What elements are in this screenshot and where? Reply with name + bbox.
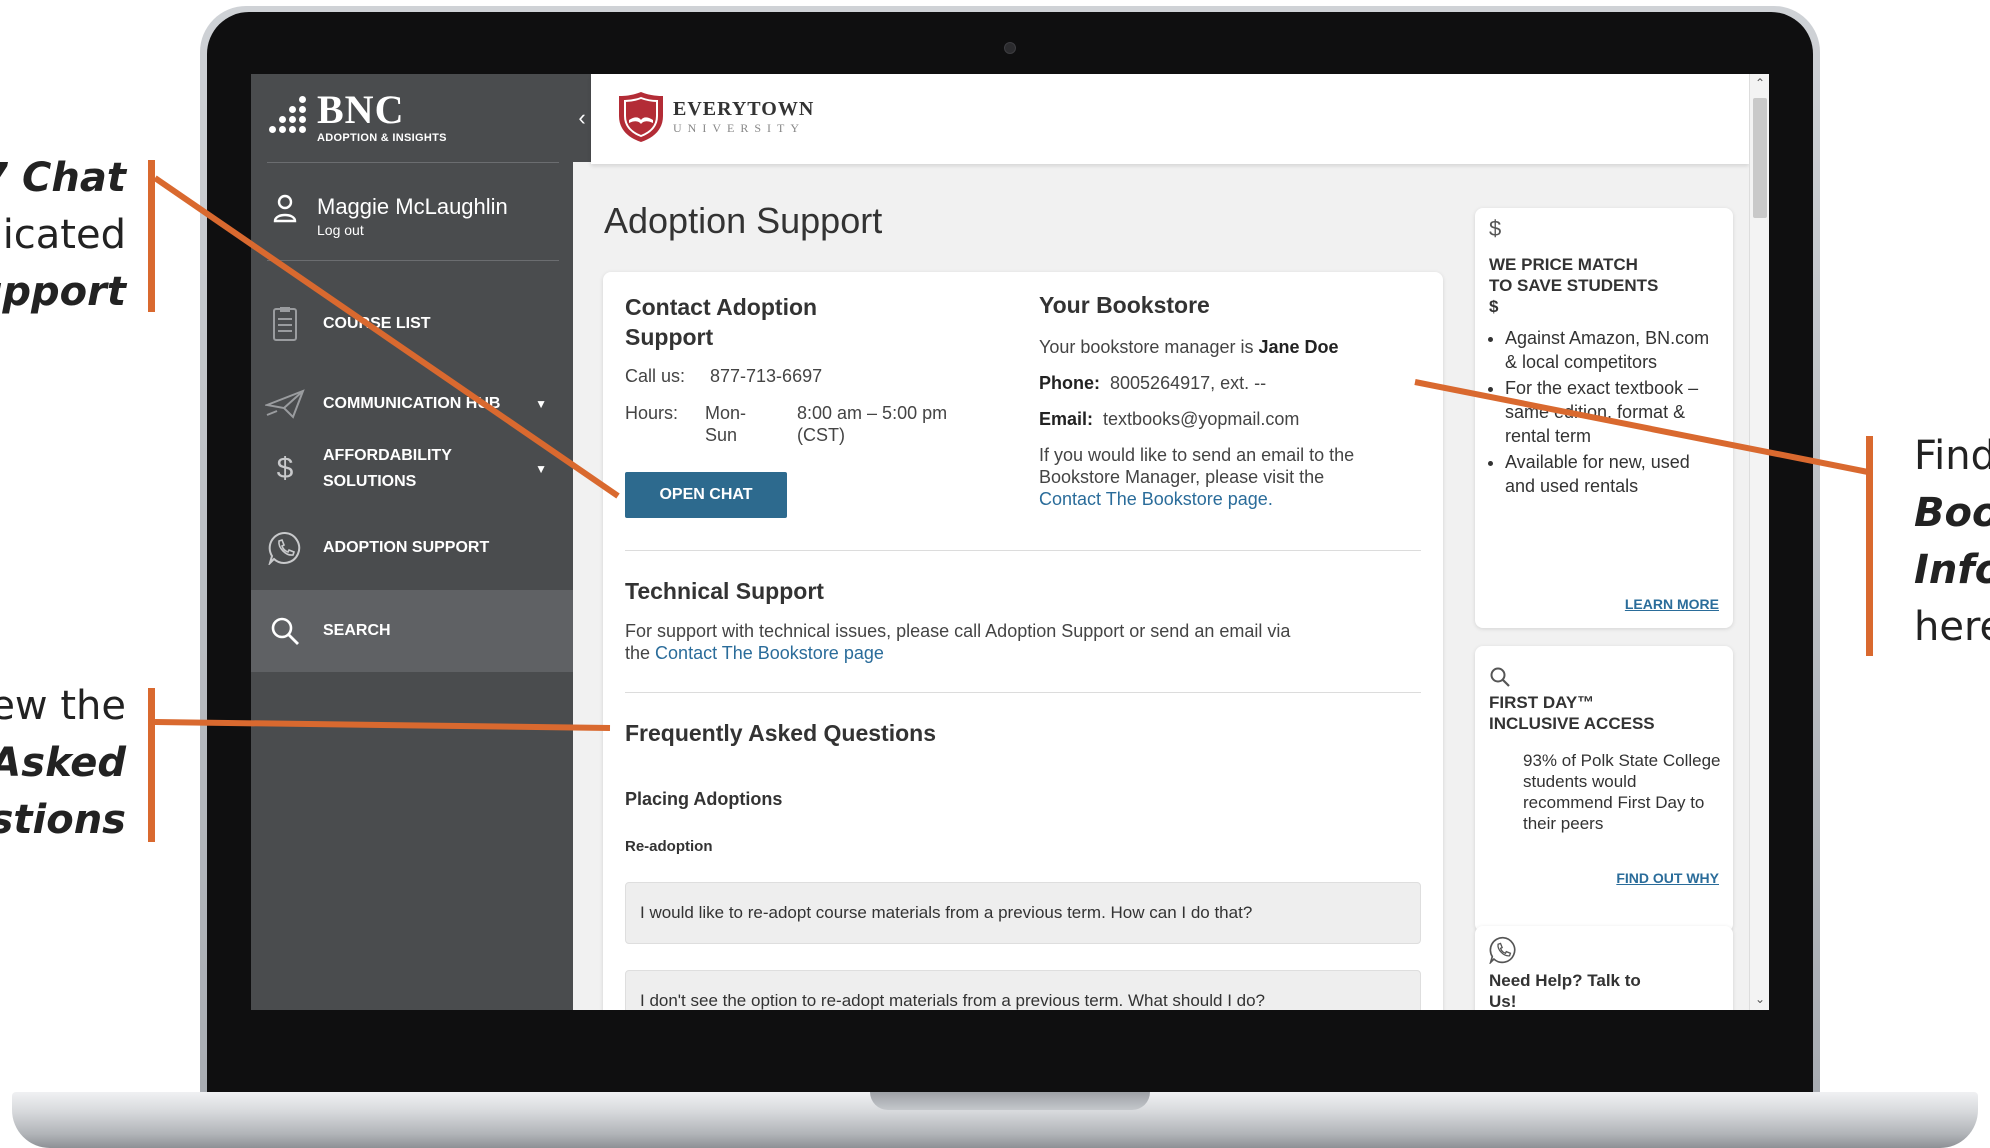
callout-bar	[148, 688, 155, 842]
callout-bar	[1866, 436, 1873, 656]
callout-line-faq	[154, 719, 611, 731]
callout-bar	[148, 160, 155, 312]
callout-lines	[153, 175, 1869, 731]
stage: BNC ADOPTION & INSIGHTS Maggie McLaughli…	[0, 0, 1990, 1148]
callout-chat: 7 Chat licated upport	[0, 155, 126, 315]
callout-line-bookstore	[1414, 379, 1869, 475]
callout-line-chat	[153, 175, 620, 499]
callout-faq: ew the Asked estions	[0, 683, 126, 843]
callout-bookstore: Find Boo Info here	[1914, 433, 1990, 650]
